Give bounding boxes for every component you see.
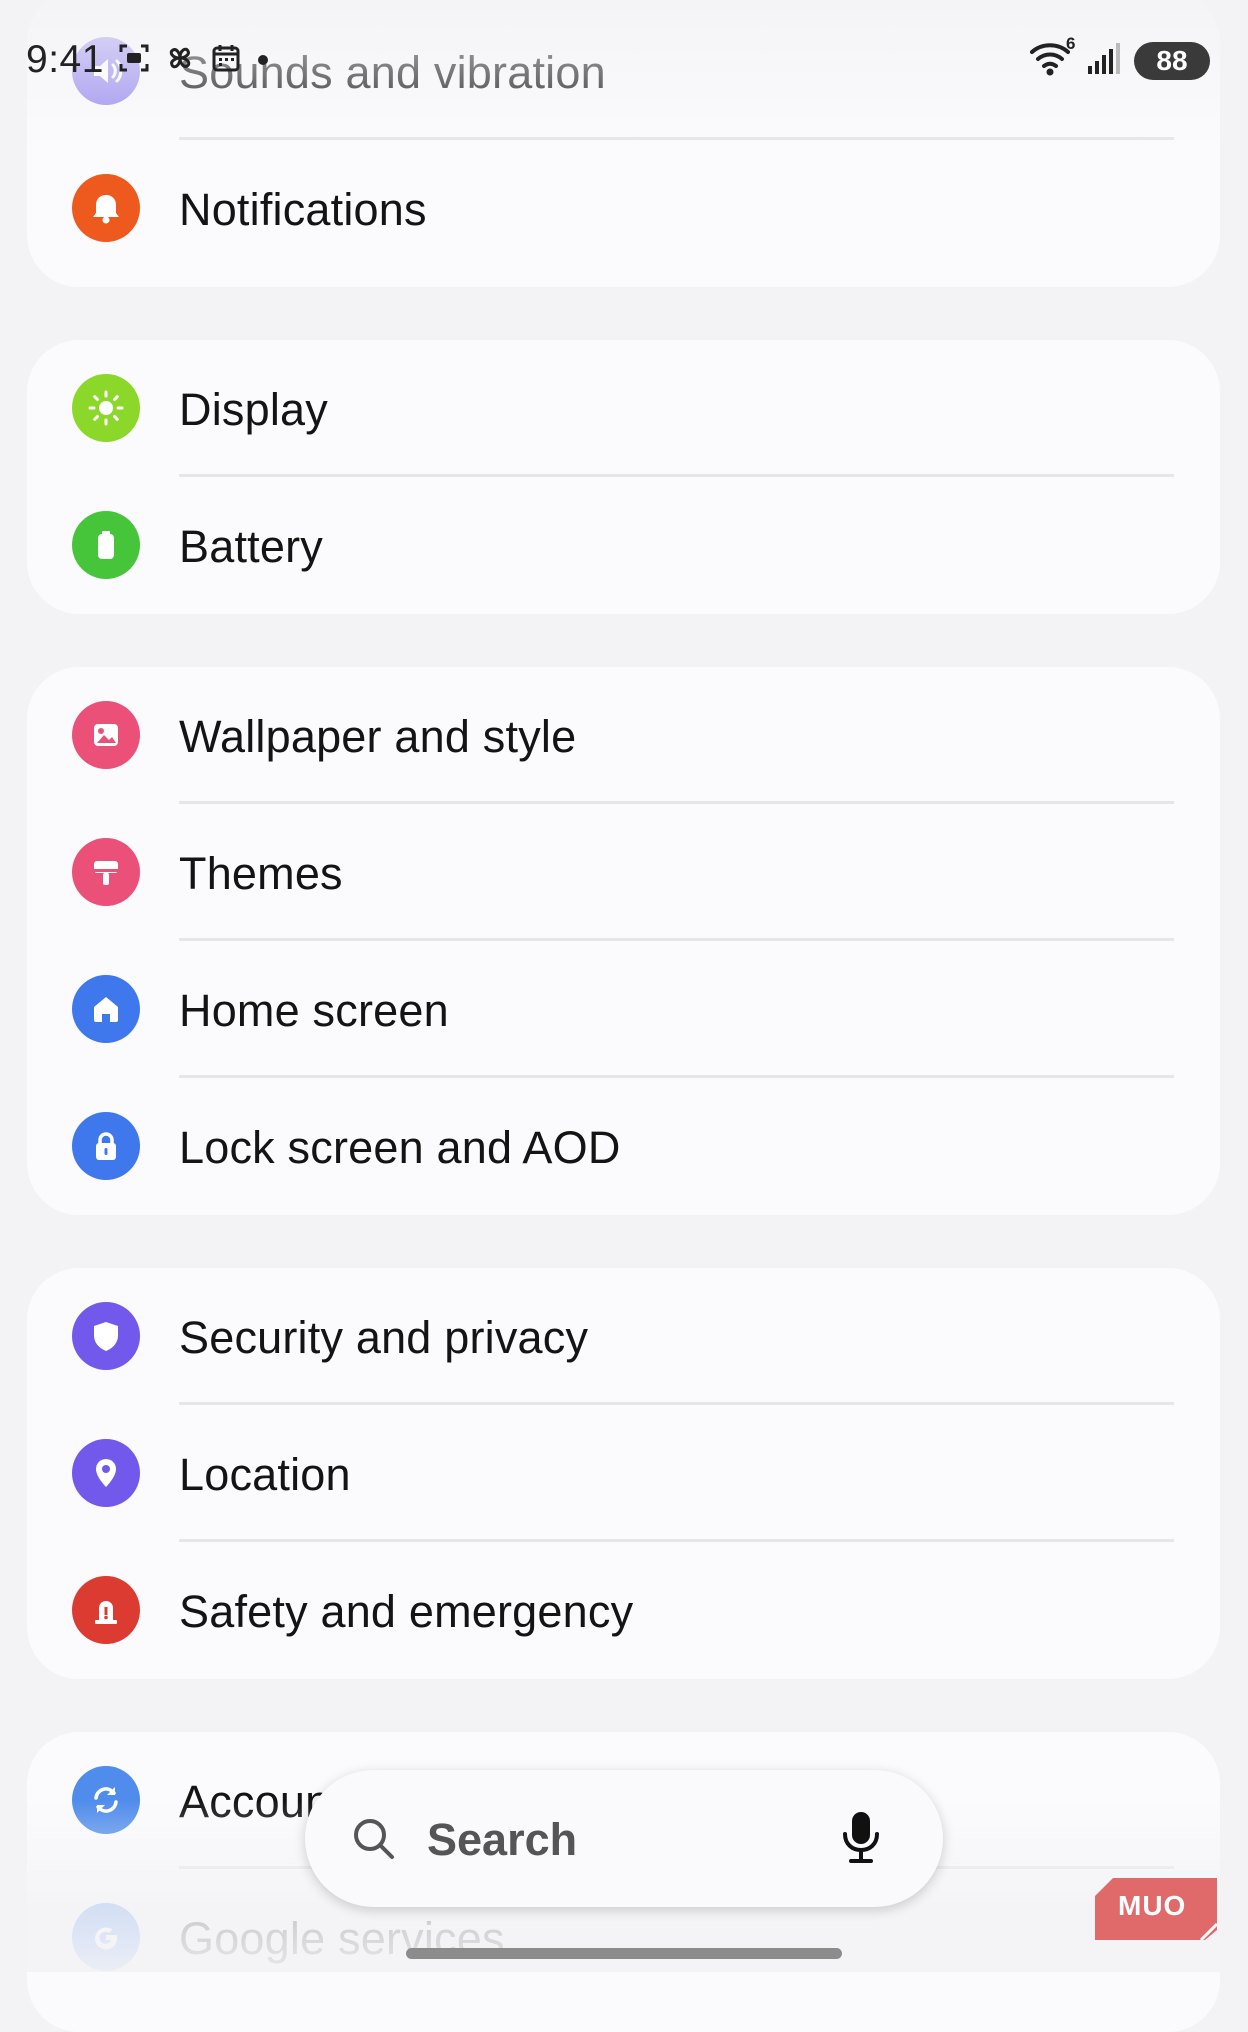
system-icons: 6 88 (1028, 34, 1210, 81)
pin-icon (72, 1439, 140, 1507)
item-label: Wallpaper and style (179, 711, 577, 762)
notification-icons (118, 42, 270, 74)
item-label: Lock screen and AOD (179, 1122, 621, 1173)
google-icon (72, 1903, 140, 1971)
settings-group-display: Display Battery (27, 340, 1220, 614)
sidebar-item-themes[interactable]: Themes (27, 804, 1220, 941)
lock-icon (72, 1112, 140, 1180)
sidebar-item-display[interactable]: Display (27, 340, 1220, 477)
battery-icon: 88 (1134, 41, 1210, 80)
item-label: Safety and emergency (179, 1586, 634, 1637)
item-label: Display (179, 384, 328, 435)
wifi-icon: 6 (1028, 34, 1075, 81)
network-type: 6 (1066, 34, 1076, 53)
search-label: Search (427, 1814, 578, 1865)
sidebar-item-security-and-privacy[interactable]: Security and privacy (27, 1268, 1220, 1405)
sidebar-item-location[interactable]: Location (27, 1405, 1220, 1542)
shield-icon (72, 1302, 140, 1370)
signal-icon (1086, 40, 1122, 81)
battery-level: 88 (1156, 44, 1188, 76)
settings-group-appearance: Wallpaper and style Themes Home screen L… (27, 667, 1220, 1215)
status-bar: 9:41 6 88 (0, 0, 1248, 110)
paintbrush-icon (72, 838, 140, 906)
battery-icon (72, 511, 140, 579)
search-bar[interactable]: Search (305, 1770, 943, 1907)
watermark-text: MUO (1118, 1890, 1187, 1921)
status-time: 9:41 (26, 38, 104, 81)
settings-group-security: Security and privacy Location Safety and… (27, 1268, 1220, 1679)
item-label: Home screen (179, 985, 449, 1036)
sidebar-item-battery[interactable]: Battery (27, 477, 1220, 614)
sidebar-item-wallpaper-and-style[interactable]: Wallpaper and style (27, 667, 1220, 804)
calendar-icon (210, 42, 242, 74)
search-icon (350, 1815, 398, 1868)
item-label: Location (179, 1449, 351, 1500)
sun-icon (72, 374, 140, 442)
item-label: Themes (179, 848, 343, 899)
item-label: Battery (179, 521, 323, 572)
sync-icon (72, 1766, 140, 1834)
screenshot-icon (118, 42, 150, 74)
sidebar-item-home-screen[interactable]: Home screen (27, 941, 1220, 1078)
sidebar-item-lock-screen-and-aod[interactable]: Lock screen and AOD (27, 1078, 1220, 1215)
item-label: Security and privacy (179, 1312, 589, 1363)
dot-icon (256, 42, 270, 74)
home-indicator[interactable] (406, 1948, 842, 1959)
image-icon (72, 701, 140, 769)
mic-icon[interactable] (839, 1808, 883, 1871)
bell-icon (72, 174, 140, 242)
item-label: Notifications (179, 184, 427, 235)
sidebar-item-safety-and-emergency[interactable]: Safety and emergency (27, 1542, 1220, 1679)
sidebar-item-notifications[interactable]: Notifications (27, 140, 1220, 277)
siren-icon (72, 1576, 140, 1644)
pinwheel-icon (164, 42, 196, 74)
home-icon (72, 975, 140, 1043)
